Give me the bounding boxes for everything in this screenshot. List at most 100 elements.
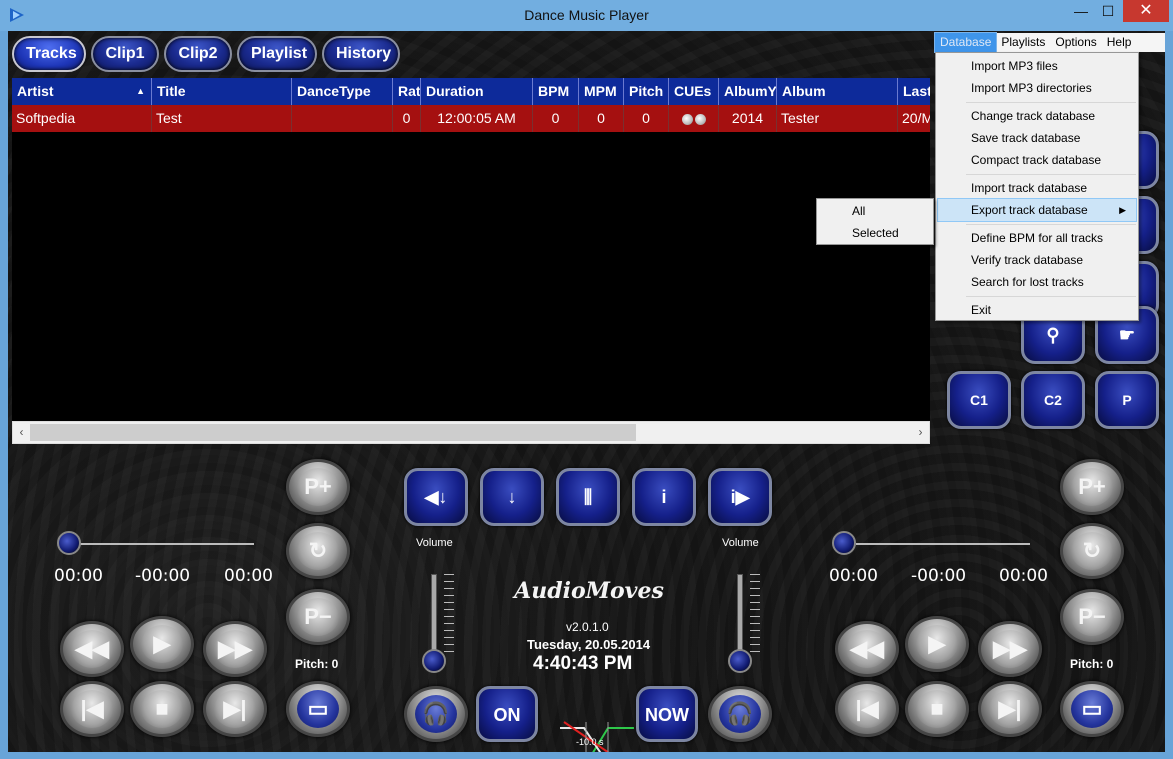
forward-icon: ▶▶ bbox=[218, 636, 252, 661]
submenu-item-selected[interactable]: Selected bbox=[819, 222, 931, 244]
rewind-icon: ◀◀ bbox=[850, 636, 884, 661]
scroll-right-icon[interactable]: › bbox=[912, 422, 929, 443]
clip1-list-button[interactable]: C1 bbox=[947, 371, 1011, 429]
cell-pitch: 0 bbox=[624, 105, 669, 132]
col-header-cues[interactable]: CUEs bbox=[669, 78, 719, 105]
col-header-title[interactable]: Title bbox=[152, 78, 292, 105]
right-prev-button[interactable]: |◀ bbox=[835, 681, 899, 737]
col-header-pitch[interactable]: Pitch bbox=[624, 78, 669, 105]
cell-rating: 0 bbox=[393, 105, 421, 132]
export-submenu: All Selected bbox=[816, 198, 934, 245]
col-header-rating[interactable]: Rat bbox=[393, 78, 421, 105]
cue-down-button[interactable]: ↓ bbox=[480, 468, 544, 526]
menu-item-define-bpm[interactable]: Define BPM for all tracks bbox=[938, 227, 1136, 249]
right-volume-knob[interactable] bbox=[728, 649, 752, 673]
left-position-knob[interactable] bbox=[57, 531, 81, 555]
left-headphone-button[interactable]: 🎧 bbox=[404, 686, 468, 742]
left-volume-knob[interactable] bbox=[422, 649, 446, 673]
left-stop-button[interactable]: ■ bbox=[130, 681, 194, 737]
left-pitch-reset-button[interactable]: ↻ bbox=[286, 523, 350, 579]
menu-playlists[interactable]: Playlists bbox=[996, 33, 1050, 52]
title-bar: Dance Music Player — ☐ ✕ bbox=[0, 0, 1173, 31]
tab-playlist[interactable]: Playlist bbox=[237, 36, 317, 72]
right-forward-button[interactable]: ▶▶ bbox=[978, 621, 1042, 677]
menu-item-change-db[interactable]: Change track database bbox=[938, 105, 1136, 127]
right-play-button[interactable]: ▶ bbox=[905, 616, 969, 672]
screen-icon: ▭ bbox=[307, 696, 329, 721]
col-header-dancetype[interactable]: DanceType bbox=[292, 78, 393, 105]
menu-item-verify-db[interactable]: Verify track database bbox=[938, 249, 1136, 271]
right-volume-track bbox=[737, 574, 743, 658]
col-header-last[interactable]: Last bbox=[898, 78, 930, 105]
mixer-button[interactable]: ⫼ bbox=[556, 468, 620, 526]
clip2-list-button[interactable]: C2 bbox=[1021, 371, 1085, 429]
left-rewind-button[interactable]: ◀◀ bbox=[60, 621, 124, 677]
database-menu: Import MP3 files Import MP3 directories … bbox=[935, 52, 1139, 321]
close-button[interactable]: ✕ bbox=[1123, 0, 1169, 22]
sort-asc-icon: ▲ bbox=[136, 86, 145, 96]
left-next-button[interactable]: ▶| bbox=[203, 681, 267, 737]
menu-item-compact-db[interactable]: Compact track database bbox=[938, 149, 1136, 171]
tab-tracks[interactable]: Tracks bbox=[12, 36, 86, 72]
right-stop-button[interactable]: ■ bbox=[905, 681, 969, 737]
pitch-plus-icon: P+ bbox=[304, 474, 332, 499]
col-header-duration[interactable]: Duration bbox=[421, 78, 533, 105]
tab-clip2[interactable]: Clip2 bbox=[164, 36, 232, 72]
col-header-artist[interactable]: Artist ▲ bbox=[12, 78, 152, 105]
now-button[interactable]: NOW bbox=[636, 686, 698, 742]
left-screen-button[interactable]: ▭ bbox=[286, 681, 350, 737]
right-volume-label: Volume bbox=[722, 537, 759, 549]
col-header-mpm[interactable]: MPM bbox=[579, 78, 624, 105]
tab-clip1[interactable]: Clip1 bbox=[91, 36, 159, 72]
minimize-button[interactable]: — bbox=[1068, 0, 1094, 22]
left-play-button[interactable]: ▶ bbox=[130, 616, 194, 672]
screen-icon: ▭ bbox=[1081, 696, 1103, 721]
menu-item-import-mp3-dirs[interactable]: Import MP3 directories bbox=[938, 77, 1136, 99]
play-icon: ▶ bbox=[928, 631, 946, 656]
right-pitch-reset-button[interactable]: ↻ bbox=[1060, 523, 1124, 579]
menu-item-save-db[interactable]: Save track database bbox=[938, 127, 1136, 149]
info-next-button[interactable]: i▶ bbox=[708, 468, 772, 526]
window-title: Dance Music Player bbox=[524, 7, 649, 23]
menu-item-search-lost[interactable]: Search for lost tracks bbox=[938, 271, 1136, 293]
col-header-album[interactable]: Album bbox=[777, 78, 898, 105]
menu-help[interactable]: Help bbox=[1102, 33, 1137, 52]
left-volume-label: Volume bbox=[416, 537, 453, 549]
menu-options[interactable]: Options bbox=[1050, 33, 1101, 52]
right-pitch-down-button[interactable]: P− bbox=[1060, 589, 1124, 645]
reset-icon: ↻ bbox=[308, 538, 328, 563]
tab-history[interactable]: History bbox=[322, 36, 400, 72]
menu-item-exit[interactable]: Exit bbox=[938, 299, 1136, 321]
left-time-remaining: -00:00 bbox=[135, 566, 191, 586]
menu-item-export-db[interactable]: Export track database ▶ bbox=[937, 198, 1137, 222]
left-pitch-up-button[interactable]: P+ bbox=[286, 459, 350, 515]
left-forward-button[interactable]: ▶▶ bbox=[203, 621, 267, 677]
maximize-button[interactable]: ☐ bbox=[1094, 0, 1122, 22]
horizontal-scrollbar[interactable]: ‹ › bbox=[12, 421, 930, 444]
left-volume-ticks bbox=[444, 574, 454, 658]
track-grid[interactable]: Artist ▲ Title DanceType Rat Duration BPM… bbox=[12, 78, 930, 421]
forward-icon: ▶▶ bbox=[993, 636, 1027, 661]
right-next-button[interactable]: ▶| bbox=[978, 681, 1042, 737]
scroll-thumb[interactable] bbox=[30, 424, 636, 441]
cue-left-button[interactable]: ◀↓ bbox=[404, 468, 468, 526]
left-pitch-down-button[interactable]: P− bbox=[286, 589, 350, 645]
menu-item-import-db[interactable]: Import track database bbox=[938, 177, 1136, 199]
automix-on-button[interactable]: ON bbox=[476, 686, 538, 742]
menu-item-import-mp3-files[interactable]: Import MP3 files bbox=[938, 55, 1136, 77]
right-pitch-up-button[interactable]: P+ bbox=[1060, 459, 1124, 515]
scroll-left-icon[interactable]: ‹ bbox=[13, 422, 30, 443]
col-header-albumyear[interactable]: AlbumY bbox=[719, 78, 777, 105]
right-position-knob[interactable] bbox=[832, 531, 856, 555]
info-button[interactable]: i bbox=[632, 468, 696, 526]
right-rewind-button[interactable]: ◀◀ bbox=[835, 621, 899, 677]
menu-database[interactable]: Database bbox=[933, 32, 998, 53]
col-header-bpm[interactable]: BPM bbox=[533, 78, 579, 105]
right-screen-button[interactable]: ▭ bbox=[1060, 681, 1124, 737]
right-headphone-button[interactable]: 🎧 bbox=[708, 686, 772, 742]
playlist-list-button[interactable]: P bbox=[1095, 371, 1159, 429]
table-row[interactable]: Softpedia Test 0 12:00:05 AM 0 0 0 2014 … bbox=[12, 105, 930, 132]
submenu-arrow-icon: ▶ bbox=[1119, 205, 1126, 215]
submenu-item-all[interactable]: All bbox=[819, 200, 931, 222]
left-prev-button[interactable]: |◀ bbox=[60, 681, 124, 737]
